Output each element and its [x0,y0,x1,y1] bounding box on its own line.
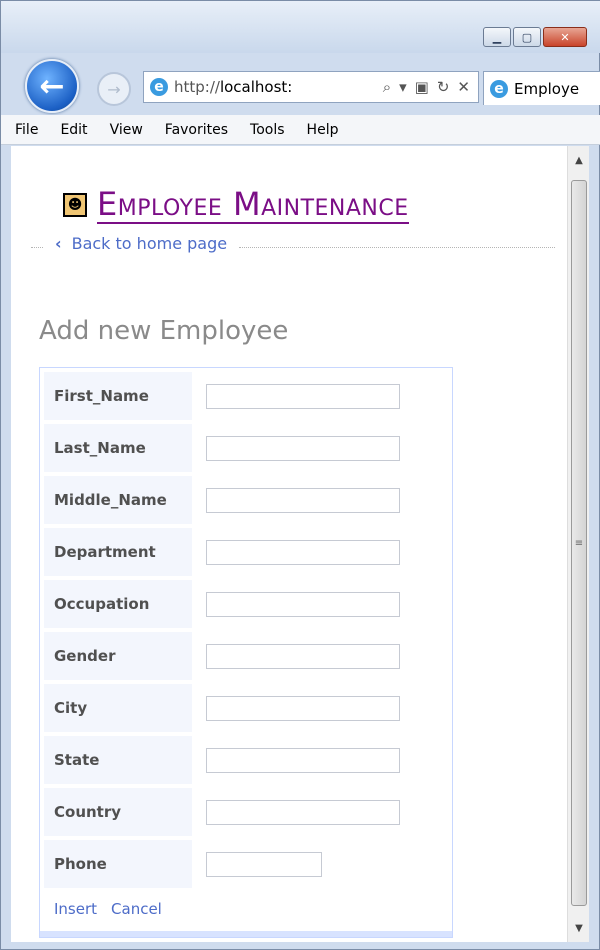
stop-icon[interactable]: ✕ [457,78,470,96]
minimize-button[interactable]: ▁ [483,27,511,47]
compatibility-view-icon[interactable]: ▣ [415,78,429,96]
refresh-icon[interactable]: ↻ [437,78,450,96]
city-input[interactable] [206,695,400,721]
field-label: Middle_Name [44,476,192,524]
phone-input[interactable] [206,851,322,877]
address-bar[interactable]: e http://localhost: ⌕ ▾ ▣ ↻ ✕ [143,71,479,103]
field-row-state: State [44,736,450,784]
field-row-gender: Gender [44,632,450,680]
scroll-down-icon[interactable]: ▼ [568,918,590,938]
last-name-input[interactable] [206,435,400,461]
cancel-link[interactable]: Cancel [111,900,162,918]
title-bar: ▁ ▢ ✕ [1,1,600,53]
department-input[interactable] [206,539,400,565]
gender-input[interactable] [206,643,400,669]
field-label: First_Name [44,372,192,420]
brand-title: Employee Maintenance [97,185,409,224]
menu-edit[interactable]: Edit [60,122,87,138]
address-url: http://localhost: [174,78,292,96]
window-controls: ▁ ▢ ✕ [483,27,587,47]
close-button[interactable]: ✕ [543,27,587,47]
field-row-phone: Phone [44,840,450,888]
dropdown-arrow-icon[interactable]: ▾ [399,78,407,96]
add-employee-form: First_Name Last_Name Middle_Name Departm… [39,367,453,938]
arrow-left-icon: ← [39,68,65,104]
country-input[interactable] [206,799,400,825]
menu-file[interactable]: File [15,122,38,138]
menu-tools[interactable]: Tools [250,122,285,138]
first-name-input[interactable] [206,383,400,409]
maximize-button[interactable]: ▢ [513,27,541,47]
back-button[interactable]: ← [25,59,79,113]
field-label: Phone [44,840,192,888]
field-label: Gender [44,632,192,680]
menu-favorites[interactable]: Favorites [165,122,228,138]
form-footer-strip [40,931,452,937]
browser-window: ▁ ▢ ✕ ← → e http://localhost: ⌕ ▾ ▣ ↻ ✕ … [0,0,600,950]
browser-tab[interactable]: e Employe [483,71,600,105]
divider-right [239,247,555,248]
back-to-home-link[interactable]: Back to home page [72,234,227,253]
field-row-last-name: Last_Name [44,424,450,472]
back-link-row: ‹ Back to home page [31,234,555,253]
address-tools: ⌕ ▾ ▣ ↻ ✕ [383,78,478,96]
menu-help[interactable]: Help [307,122,339,138]
insert-link[interactable]: Insert [54,900,97,918]
search-icon[interactable]: ⌕ [383,78,391,96]
page-title: Add new Employee [39,316,289,346]
field-row-first-name: First_Name [44,372,450,420]
tab-ie-icon: e [490,79,508,98]
forward-button[interactable]: → [97,72,131,106]
url-host: localhost: [219,78,293,96]
menu-view[interactable]: View [110,122,143,138]
brand-header: ☻ Employee Maintenance [63,186,409,224]
page-content: ☻ Employee Maintenance ‹ Back to home pa… [11,146,567,942]
field-row-middle-name: Middle_Name [44,476,450,524]
employee-logo-icon: ☻ [63,193,87,217]
divider-left [31,247,43,248]
url-prefix: http:// [174,78,220,96]
field-label: Country [44,788,192,836]
field-label: City [44,684,192,732]
menu-bar: File Edit View Favorites Tools Help [1,115,600,145]
scroll-up-icon[interactable]: ▲ [568,150,590,170]
scroll-thumb[interactable]: ≡ [571,180,587,906]
chevron-left-icon: ‹ [55,234,62,253]
field-row-city: City [44,684,450,732]
field-row-country: Country [44,788,450,836]
middle-name-input[interactable] [206,487,400,513]
tab-title: Employe [514,79,580,98]
occupation-input[interactable] [206,591,400,617]
field-label: State [44,736,192,784]
field-label: Occupation [44,580,192,628]
form-actions: Insert Cancel [54,900,162,918]
state-input[interactable] [206,747,400,773]
ie-logo-icon: e [150,78,168,96]
field-label: Last_Name [44,424,192,472]
vertical-scrollbar[interactable]: ▲ ≡ ▼ [567,146,589,942]
field-row-department: Department [44,528,450,576]
field-row-occupation: Occupation [44,580,450,628]
arrow-right-icon: → [107,79,121,99]
field-label: Department [44,528,192,576]
